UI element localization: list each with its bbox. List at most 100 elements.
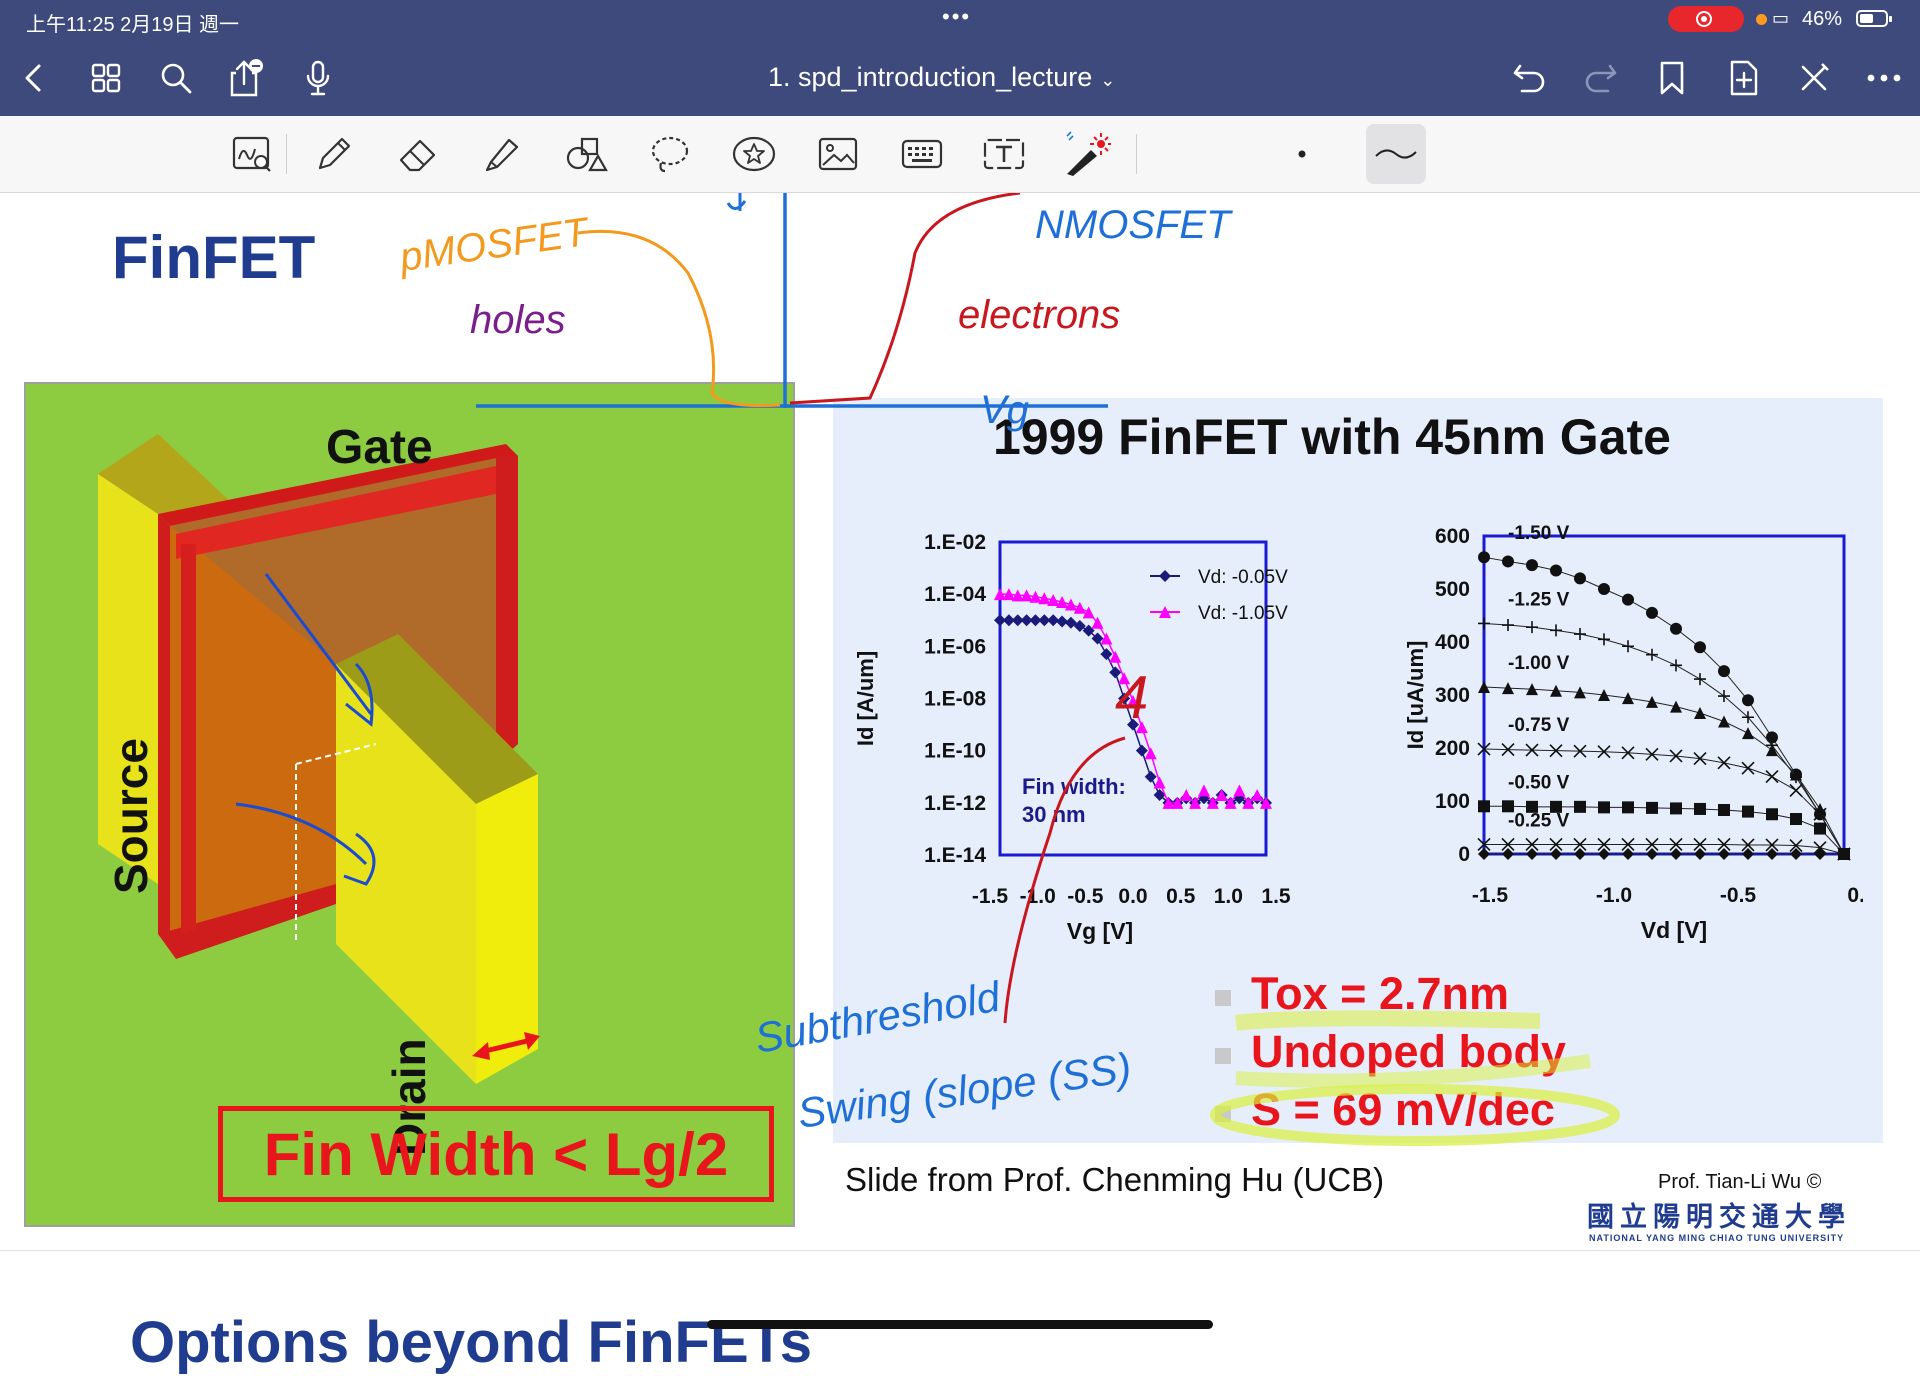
chart1-data-point (1118, 672, 1131, 685)
pmos-curve (577, 229, 781, 407)
chart2-data-point (1478, 551, 1490, 564)
undo-button[interactable] (1508, 56, 1552, 100)
lasso-icon (651, 136, 689, 173)
home-indicator[interactable] (707, 1320, 1213, 1329)
add-page-button[interactable] (1722, 56, 1766, 100)
chart2-data-point (1550, 564, 1562, 577)
laser-pointer-tool[interactable] (1060, 130, 1112, 178)
chart2-data-point (1718, 715, 1730, 728)
screen-mirroring-icon: ▭ (1772, 8, 1790, 28)
dot-icon (1298, 150, 1306, 158)
chart2-data-point (1574, 572, 1586, 585)
gate-label: Gate (326, 421, 433, 474)
bookmark-button[interactable] (1650, 56, 1694, 100)
subthreshold-chart: 1.E-02 1.E-04 1.E-06 1.E-08 1.E-10 1.E-12 1.E-… (853, 531, 1291, 944)
zoom-window-tool[interactable] (226, 130, 278, 178)
more-button[interactable] (1862, 56, 1906, 100)
highlighter-tool[interactable] (476, 130, 528, 178)
chart1-data-point (1135, 744, 1148, 757)
chart1-y-label: Id [A/um] (853, 651, 878, 746)
chart2-data-point (1526, 559, 1538, 572)
pen-cross-icon (1801, 63, 1829, 91)
document-page[interactable]: FinFET Gate Source Drain Fin Width < Lg/… (0, 193, 1920, 1248)
chart1-x-tick: -0.5 (1067, 885, 1104, 908)
chart1-data-point (1127, 695, 1139, 708)
chart2-data-point (1741, 761, 1755, 775)
chart2-data-point (1646, 801, 1658, 814)
document-nav-bar: 1. spd_introduction_lecture ⌄ (0, 40, 1920, 116)
stroke-size-dot[interactable] (1276, 130, 1328, 178)
output-characteristics-chart: 600 500 400 300 200 100 0-1.5 -1.0 -0.5 0.0 Vd [V]… (1403, 523, 1863, 943)
shapes-tool[interactable] (560, 130, 612, 178)
chart2-x-tick: -1.0 (1596, 884, 1632, 907)
status-bar: 上午11:25 2月19日 週一 ••• ▭ 46% (0, 0, 1920, 40)
chart2-data-point (1717, 756, 1731, 770)
chart2-data-point (1814, 848, 1826, 860)
eraser-icon (399, 139, 436, 172)
chart2-data-point (1670, 700, 1682, 713)
chart2-y-tick: 200 (1435, 737, 1470, 760)
battery-percent: 46% (1802, 8, 1843, 30)
chart2-data-point (1718, 665, 1730, 678)
chart2-series-label: -1.00 V (1508, 653, 1570, 674)
chart1-legend-label: Vd: -1.05V (1198, 603, 1288, 624)
microphone-button[interactable] (296, 56, 340, 100)
axis-label-stroke (726, 193, 747, 211)
tools-button[interactable] (1792, 56, 1836, 100)
fin-width-callout: Fin Width < Lg/2 (218, 1106, 774, 1202)
mic-indicator-icon (1756, 14, 1767, 25)
chart1-annotation-line2: 30 nm (1022, 802, 1086, 827)
chart2-data-point (1622, 692, 1634, 705)
chart2-data-point (1502, 848, 1514, 860)
redo-button[interactable] (1578, 56, 1622, 100)
lasso-tool[interactable] (644, 130, 696, 178)
sticker-tool[interactable] (728, 130, 780, 178)
chart1-x-tick: -1.0 (1020, 885, 1056, 908)
zoom-window-icon (232, 136, 271, 172)
eraser-tool[interactable] (392, 130, 444, 178)
chart2-data-point (1574, 800, 1586, 813)
document-title[interactable]: 1. spd_introduction_lecture ⌄ (768, 62, 1115, 93)
multitasking-dots-icon[interactable]: ••• (942, 4, 971, 30)
grid-icon (91, 63, 121, 93)
toolbar-divider (286, 134, 287, 174)
star-sticker-icon (732, 136, 776, 172)
chart2-data-point (1694, 707, 1706, 720)
bullet-tox: Tox = 2.7nm (1211, 968, 1566, 1026)
chart1-annotation-line1: Fin width: (1022, 774, 1126, 799)
chart2-data-point (1646, 695, 1658, 708)
chart2-x-tick: -1.5 (1472, 884, 1509, 907)
next-page[interactable]: Options beyond FinFETs (0, 1250, 1920, 1375)
chart1-x-tick: 1.5 (1261, 885, 1291, 908)
chart2-y-tick: 500 (1435, 578, 1470, 601)
undo-icon (1513, 64, 1545, 93)
share-icon (230, 59, 263, 97)
stroke-style-button[interactable] (1366, 124, 1426, 184)
search-button[interactable] (154, 56, 198, 100)
chart1-y-tick: 1.E-08 (924, 688, 986, 711)
chart1-x-tick: 1.0 (1214, 885, 1243, 908)
highlighter-icon (485, 138, 519, 172)
text-box-tool[interactable] (978, 130, 1030, 178)
chart2-data-point (1598, 848, 1610, 860)
back-button[interactable] (12, 56, 56, 100)
screen-record-icon[interactable] (1668, 6, 1744, 32)
image-tool[interactable] (812, 130, 864, 178)
pen-tool[interactable] (308, 130, 360, 178)
chart1-data-point (1064, 598, 1077, 611)
chart2-data-point (1694, 802, 1706, 815)
chart1-data-point (1127, 718, 1139, 731)
share-button[interactable] (224, 56, 268, 100)
chart2-data-point (1718, 848, 1730, 860)
chart2-data-point (1790, 813, 1802, 826)
thumbnails-button[interactable] (84, 56, 128, 100)
chart2-series-label: -0.25 V (1508, 810, 1570, 831)
results-bullet-list: Tox = 2.7nm Undoped body S = 69 mV/dec (1211, 968, 1566, 1142)
chart2-data-point (1478, 848, 1490, 860)
chart2-data-point (1526, 621, 1538, 634)
slide-credit: Slide from Prof. Chenming Hu (UCB) (845, 1161, 1385, 1198)
university-logo-english: NATIONAL YANG MING CHIAO TUNG UNIVERSITY (1589, 1233, 1845, 1243)
keyboard-tool[interactable] (896, 130, 948, 178)
microphone-icon (306, 60, 330, 96)
chart2-y-tick: 300 (1435, 684, 1470, 707)
